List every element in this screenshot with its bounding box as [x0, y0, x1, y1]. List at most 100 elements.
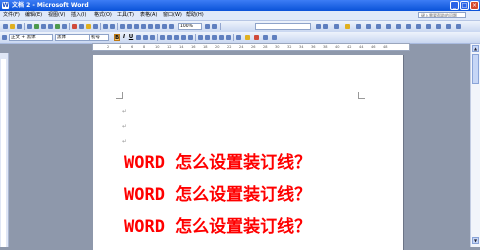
drawing-icon[interactable]	[155, 24, 160, 29]
enclose-chars-icon[interactable]	[272, 35, 277, 40]
ruler-number: 28	[263, 45, 268, 49]
menu-tools[interactable]: 工具(T)	[117, 11, 134, 20]
print-icon[interactable]	[41, 24, 46, 29]
menu-table[interactable]: 表格(A)	[140, 11, 157, 20]
undo-icon[interactable]	[103, 24, 108, 29]
char-scale-icon[interactable]	[150, 35, 155, 40]
tables-borders-icon[interactable]	[127, 24, 132, 29]
scroll-down-icon[interactable]: ▼	[472, 237, 479, 244]
style-select[interactable]: 正文 + 黑体	[9, 34, 53, 41]
table-icon[interactable]	[356, 24, 361, 29]
word-icon[interactable]: W	[2, 2, 9, 9]
numbering-icon[interactable]	[205, 35, 210, 40]
highlight-icon[interactable]	[245, 35, 250, 40]
toolbar-separator	[100, 23, 101, 30]
ruler-number: 14	[179, 45, 184, 49]
char-border-icon[interactable]	[136, 35, 141, 40]
align-icon[interactable]	[396, 24, 401, 29]
sort-descending-icon[interactable]	[446, 24, 451, 29]
italic-button[interactable]: I	[121, 34, 127, 41]
research-icon[interactable]	[62, 24, 67, 29]
menu-format[interactable]: 格式(O)	[94, 11, 112, 20]
styles-formatting-icon[interactable]	[2, 35, 7, 40]
paste-icon[interactable]	[86, 24, 91, 29]
menu-bar: 文件(F) 编辑(E) 视图(V) 插入(I) 格式(O) 工具(T) 表格(A…	[0, 11, 480, 21]
autosum-icon[interactable]	[456, 24, 461, 29]
bold-button[interactable]: B	[114, 34, 120, 41]
zoom-select[interactable]: 100%	[178, 23, 202, 30]
justify-icon[interactable]	[181, 35, 186, 40]
ruler-number: 40	[335, 45, 340, 49]
shading-color-icon[interactable]	[345, 24, 350, 29]
open-folder-icon[interactable]	[10, 24, 15, 29]
ruler-number: 34	[299, 45, 304, 49]
new-document-icon[interactable]	[3, 24, 8, 29]
sort-ascending-icon[interactable]	[436, 24, 441, 29]
pinyin-guide-icon[interactable]	[263, 35, 268, 40]
autoformat-icon[interactable]	[426, 24, 431, 29]
ruler-number: 18	[203, 45, 208, 49]
document-line[interactable]: WORD 怎么设置装订线？	[124, 217, 311, 237]
permission-icon[interactable]	[27, 24, 32, 29]
read-icon[interactable]	[212, 24, 217, 29]
columns-icon[interactable]	[148, 24, 153, 29]
menu-insert[interactable]: 插入(I)	[71, 11, 86, 20]
help-icon[interactable]	[205, 24, 210, 29]
distribute-columns-icon[interactable]	[416, 24, 421, 29]
distribute-rows-icon[interactable]	[406, 24, 411, 29]
line-spacing-icon[interactable]	[198, 35, 203, 40]
format-painter-icon[interactable]	[93, 24, 98, 29]
underline-button[interactable]: U	[128, 34, 134, 41]
ruler-number: 42	[347, 45, 352, 49]
distributed-icon[interactable]	[188, 35, 193, 40]
insert-excel-icon[interactable]	[141, 24, 146, 29]
print-preview-icon[interactable]	[48, 24, 53, 29]
vertical-ruler[interactable]	[0, 53, 9, 247]
insert-table-icon[interactable]	[134, 24, 139, 29]
menu-edit[interactable]: 编辑(E)	[25, 11, 42, 20]
scroll-up-icon[interactable]: ▲	[472, 45, 479, 52]
save-icon[interactable]	[17, 24, 22, 29]
document-line[interactable]: WORD 怎么设置装订线？	[124, 153, 311, 173]
toolbar-separator	[157, 34, 158, 41]
align-center-icon[interactable]	[167, 35, 172, 40]
document-map-icon[interactable]	[162, 24, 167, 29]
align-right-icon[interactable]	[174, 35, 179, 40]
line-weight-icon[interactable]	[316, 24, 321, 29]
help-question-box[interactable]: 键入需要帮助的问题	[418, 12, 466, 18]
email-icon[interactable]	[34, 24, 39, 29]
cut-icon[interactable]	[72, 24, 77, 29]
copy-icon[interactable]	[79, 24, 84, 29]
scrollbar-thumb[interactable]	[472, 54, 479, 84]
redo-icon[interactable]	[110, 24, 115, 29]
menu-window[interactable]: 窗口(W)	[163, 11, 182, 20]
increase-indent-icon[interactable]	[226, 35, 231, 40]
menu-view[interactable]: 视图(V)	[48, 11, 65, 20]
menu-help[interactable]: 帮助(H)	[186, 11, 204, 20]
spelling-icon[interactable]	[55, 24, 60, 29]
paragraph-mark: ↵	[122, 108, 128, 115]
border-icon[interactable]	[334, 24, 339, 29]
close-button[interactable]: ×	[470, 1, 479, 10]
font-size-select[interactable]: 初号	[89, 34, 109, 41]
insert-rows-icon[interactable]	[366, 24, 371, 29]
horizontal-ruler[interactable]: 2 4 6 8 10 12 14 16 18 20 22 24 26 28 30…	[92, 43, 410, 51]
hyperlink-icon[interactable]	[120, 24, 125, 29]
line-style-select[interactable]	[255, 23, 311, 30]
outside-border-icon[interactable]	[236, 35, 241, 40]
ruler-number: 44	[359, 45, 364, 49]
decrease-indent-icon[interactable]	[219, 35, 224, 40]
maximize-button[interactable]: □	[460, 1, 469, 10]
minimize-button[interactable]: _	[450, 1, 459, 10]
merge-cells-icon[interactable]	[376, 24, 381, 29]
vertical-scrollbar[interactable]: ▲ ▼	[470, 44, 480, 247]
show-hide-icon[interactable]	[169, 24, 174, 29]
split-cells-icon[interactable]	[386, 24, 391, 29]
border-color-icon[interactable]	[323, 24, 328, 29]
menu-file[interactable]: 文件(F)	[3, 11, 20, 20]
bullets-icon[interactable]	[212, 35, 217, 40]
char-shading-icon[interactable]	[143, 35, 148, 40]
document-line[interactable]: WORD 怎么设置装订线？	[124, 185, 311, 205]
font-color-icon[interactable]	[254, 35, 259, 40]
align-left-icon[interactable]	[160, 35, 165, 40]
